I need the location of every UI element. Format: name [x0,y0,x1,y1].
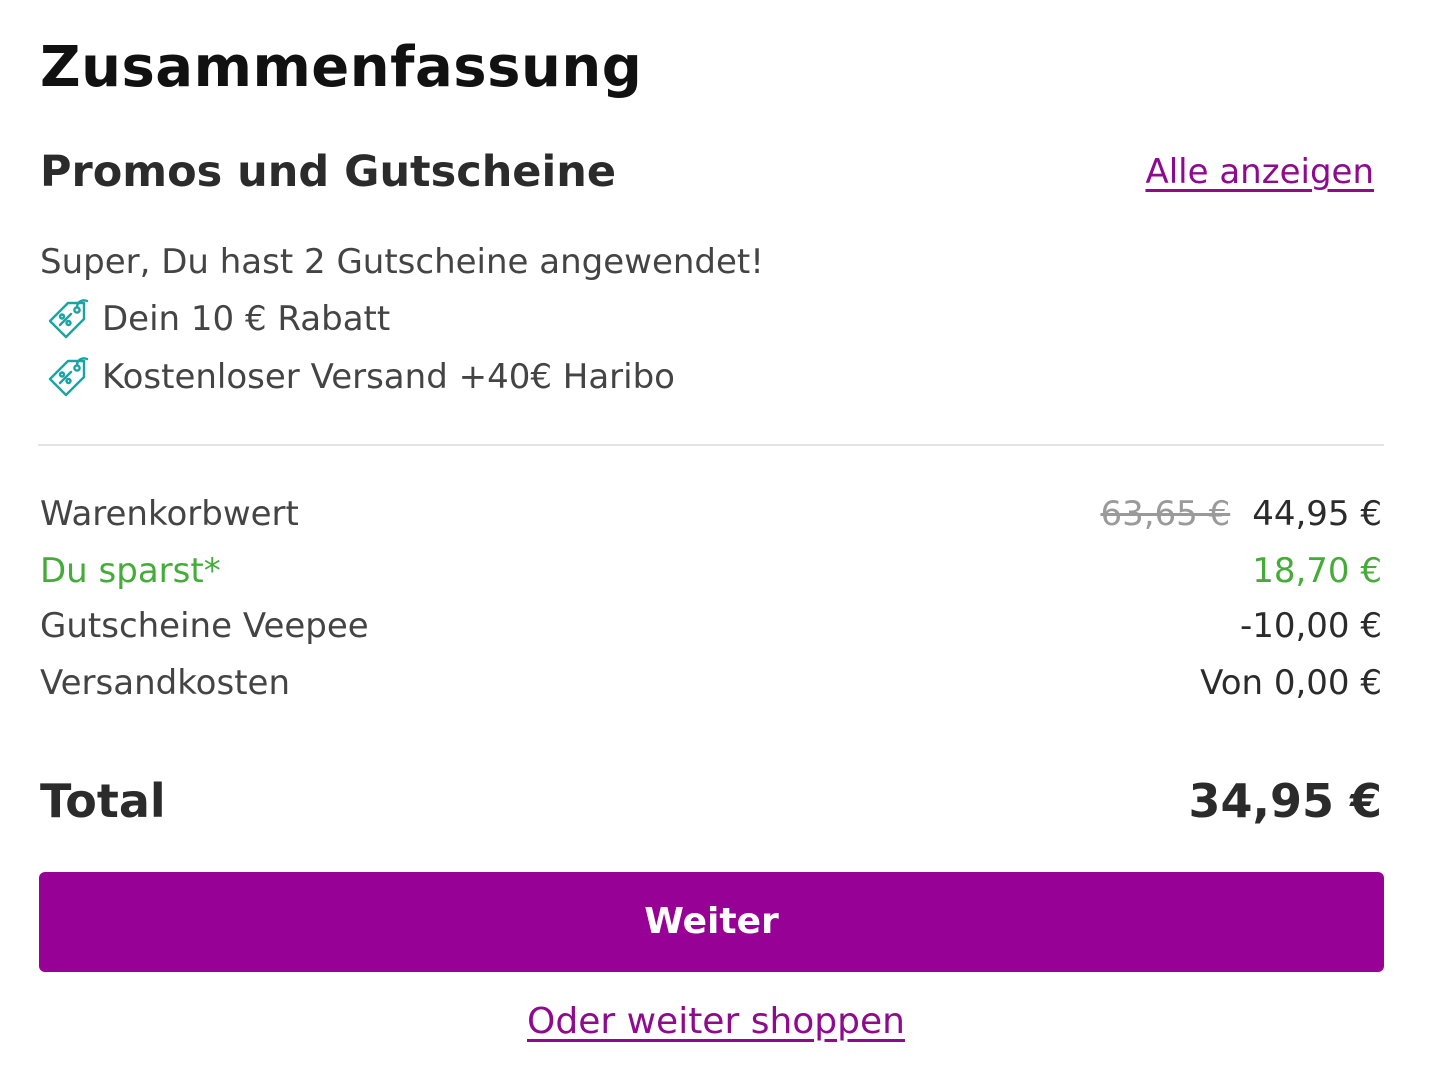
voucher-label: Kostenloser Versand +40€ Haribo [102,357,675,397]
total-value: 34,95 € [1188,774,1382,828]
keep-shopping-link[interactable]: Oder weiter shoppen [527,1001,905,1042]
cart-value-label: Warenkorbwert [40,494,299,534]
vouchers-line-value: -10,00 € [1239,606,1382,646]
vouchers-row: Gutscheine Veepee -10,00 € [40,599,1382,653]
shipping-value: Von 0,00 € [1200,663,1382,703]
voucher-item: Kostenloser Versand +40€ Haribo [46,351,675,403]
shipping-row: Versandkosten Von 0,00 € [40,656,1382,710]
cart-value-row: Warenkorbwert 63,65 € 44,95 € [40,487,1382,541]
discount-tag-icon [46,297,90,341]
promos-header: Promos und Gutscheine Alle anzeigen [40,140,1374,204]
continue-button[interactable]: Weiter [39,872,1384,972]
total-row: Total 34,95 € [40,768,1382,834]
page-title: Zusammenfassung [40,35,643,100]
promos-heading: Promos und Gutscheine [40,147,616,197]
voucher-label: Dein 10 € Rabatt [102,299,391,339]
cart-value-old-price: 63,65 € [1100,494,1231,534]
keep-shopping-wrapper: Oder weiter shoppen [0,996,1432,1048]
section-divider [38,444,1384,446]
savings-value: 18,70 € [1252,551,1382,591]
voucher-item: Dein 10 € Rabatt [46,293,390,345]
cart-value-amounts: 63,65 € 44,95 € [1100,487,1382,541]
show-all-link[interactable]: Alle anzeigen [1145,146,1374,198]
vouchers-applied-message: Super, Du hast 2 Gutscheine angewendet! [40,242,764,282]
savings-label: Du sparst* [40,551,221,591]
savings-row: Du sparst* 18,70 € [40,544,1382,598]
shipping-label: Versandkosten [40,663,290,703]
discount-tag-icon [46,355,90,399]
vouchers-line-label: Gutscheine Veepee [40,606,369,646]
total-label: Total [40,774,166,828]
cart-value-price: 44,95 € [1252,494,1382,534]
